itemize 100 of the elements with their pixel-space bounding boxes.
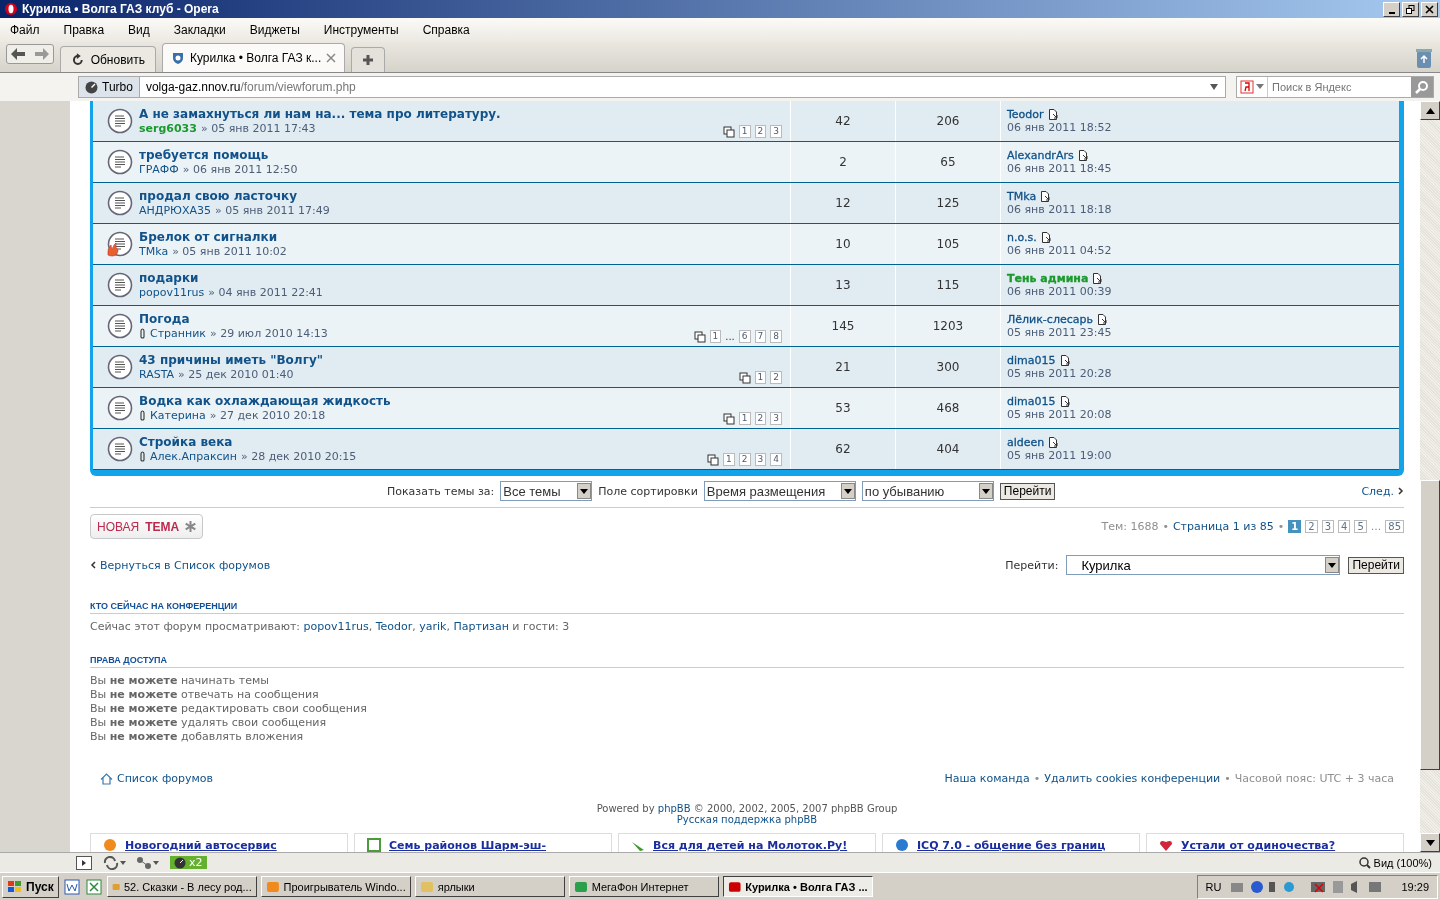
user-link[interactable]: Партизан <box>453 620 509 633</box>
vertical-scrollbar[interactable] <box>1420 101 1440 852</box>
topic-title-link[interactable]: Стройка века <box>139 435 357 449</box>
word-icon[interactable] <box>62 877 81 896</box>
last-poster-link[interactable]: aldeen <box>1007 436 1045 449</box>
browser-tab[interactable]: Курилка • Волга ГАЗ к... <box>162 43 346 72</box>
topic-title-link[interactable]: подарки <box>139 271 323 285</box>
footer-link[interactable]: Наша команда <box>944 772 1030 785</box>
latest-post-icon[interactable] <box>1040 232 1052 243</box>
latest-post-icon[interactable] <box>1040 191 1052 202</box>
page-link[interactable]: 2 <box>1305 520 1318 533</box>
page-link[interactable]: 8 <box>770 330 782 343</box>
latest-post-icon[interactable] <box>1059 396 1071 407</box>
taskbar-button[interactable]: Проигрыватель Windo... <box>260 876 411 897</box>
page-link[interactable]: 2 <box>754 125 767 138</box>
last-poster-link[interactable]: AlexandrArs <box>1007 149 1074 162</box>
topic-title-link[interactable]: Погода <box>139 312 328 326</box>
go-button[interactable]: Перейти <box>999 482 1056 500</box>
page-indicator-link[interactable]: Страница 1 из 85 <box>1172 520 1274 533</box>
language-indicator[interactable]: RU <box>1205 880 1222 893</box>
last-poster-link[interactable]: Лёлик-слесарь <box>1007 313 1093 326</box>
start-button[interactable]: Пуск <box>2 875 59 898</box>
page-link[interactable]: 7 <box>754 330 767 343</box>
page-link[interactable]: 4 <box>770 453 782 466</box>
latest-post-icon[interactable] <box>1092 273 1104 284</box>
latest-post-icon[interactable] <box>1059 355 1071 366</box>
taskbar-button[interactable]: ярлыки <box>414 876 565 897</box>
page-link[interactable]: 1 <box>738 125 751 138</box>
support-link[interactable]: Русская поддержка phpBB <box>676 814 818 825</box>
menu-item[interactable]: Закладки <box>173 23 226 37</box>
network-icon[interactable] <box>136 855 160 870</box>
go-button[interactable]: Перейти <box>1348 556 1404 574</box>
next-page-link[interactable]: След. <box>1361 484 1404 498</box>
period-select[interactable]: Все темы <box>500 481 593 501</box>
author-link[interactable]: Странник <box>150 327 206 340</box>
topic-title-link[interactable]: требуется помощь <box>139 148 298 162</box>
last-poster-link[interactable]: dima015 <box>1007 395 1056 408</box>
author-link[interactable]: RASTA <box>139 368 175 381</box>
page-link[interactable]: 3 <box>770 125 782 138</box>
user-link[interactable]: Teodor <box>375 620 413 633</box>
close-icon[interactable] <box>326 53 337 63</box>
close-button[interactable] <box>1421 1 1438 17</box>
page-link[interactable]: 5 <box>1354 520 1367 533</box>
page-link[interactable]: 1 <box>723 453 735 466</box>
reload-button[interactable]: Обновить <box>60 46 156 72</box>
phpbb-link[interactable]: phpBB <box>657 803 691 814</box>
page-link[interactable]: 2 <box>754 412 767 425</box>
spreadsheet-icon[interactable] <box>84 877 103 896</box>
taskbar-button[interactable]: 52. Сказки - В лесу род... <box>106 876 257 897</box>
author-link[interactable]: popov11rus <box>139 286 205 299</box>
page-link[interactable]: 1 <box>754 371 767 384</box>
zoom-control[interactable]: Вид (100%) <box>1358 856 1432 869</box>
page-link[interactable]: 2 <box>738 453 751 466</box>
new-topic-button[interactable]: НОВАЯ ТЕМА <box>90 514 204 539</box>
restore-button[interactable] <box>1402 1 1419 17</box>
ad-title-link[interactable]: Семь районов Шарм-эш- <box>389 838 547 852</box>
new-tab-button[interactable] <box>351 47 386 72</box>
search-button[interactable] <box>1411 77 1433 97</box>
ad-title-link[interactable]: Новогодний автосервис <box>125 838 277 852</box>
author-link[interactable]: ГРАФФ <box>139 163 179 176</box>
sort-order-select[interactable]: по убыванию <box>861 481 994 501</box>
latest-post-icon[interactable] <box>1077 150 1089 161</box>
page-link[interactable]: 1 <box>709 330 722 343</box>
dropdown-arrow-icon[interactable] <box>1209 83 1219 91</box>
page-link[interactable]: 2 <box>770 371 782 384</box>
ad-title-link[interactable]: Вся для детей на Молоток.Ру! <box>653 838 848 852</box>
author-link[interactable]: АНДРЮХА35 <box>139 204 211 217</box>
ad-title-link[interactable]: Устали от одиночества? <box>1181 838 1336 852</box>
page-link[interactable]: 3 <box>1321 520 1334 533</box>
menu-item[interactable]: Вид <box>128 23 150 37</box>
search-engine-button[interactable] <box>1237 77 1268 97</box>
page-link[interactable]: 4 <box>1338 520 1351 533</box>
forum-index-link[interactable]: Список форумов <box>100 772 214 785</box>
sort-field-select[interactable]: Время размещения <box>703 481 856 501</box>
topic-title-link[interactable]: А не замахнуться ли нам на... тема про литературу. <box>139 107 501 121</box>
topic-title-link[interactable]: продал свою ласточку <box>139 189 330 203</box>
author-link[interactable]: Катерина <box>150 409 206 422</box>
user-link[interactable]: popov11rus <box>303 620 369 633</box>
menu-item[interactable]: Файл <box>10 23 40 37</box>
menu-item[interactable]: Справка <box>422 23 470 37</box>
ad-title-link[interactable]: ICQ 7.0 - общение без границ <box>917 838 1106 852</box>
page-link[interactable]: 3 <box>770 412 782 425</box>
panel-toggle-icon[interactable] <box>76 855 92 870</box>
author-link[interactable]: Алек.Апраксин <box>150 450 237 463</box>
trash-can-icon[interactable] <box>1414 47 1434 69</box>
page-link[interactable]: 85 <box>1385 520 1404 533</box>
page-link[interactable]: 6 <box>738 330 751 343</box>
scroll-up-arrow-icon[interactable] <box>1425 107 1435 114</box>
turbo-button[interactable]: Turbo <box>79 77 140 97</box>
scroll-down-arrow-icon[interactable] <box>1425 839 1435 846</box>
menu-item[interactable]: Правка <box>63 23 105 37</box>
menu-item[interactable]: Инструменты <box>323 23 399 37</box>
latest-post-icon[interactable] <box>1096 314 1108 325</box>
topic-title-link[interactable]: Водка как охлаждающая жидкость <box>139 394 391 408</box>
back-to-forums-link[interactable]: Вернуться в Список форумов <box>90 558 271 572</box>
topic-title-link[interactable]: 43 причины иметь "Волгу" <box>139 353 323 367</box>
taskbar-button[interactable]: Курилка • Волга ГАЗ ... <box>722 876 873 897</box>
author-link[interactable]: TMka <box>139 245 169 258</box>
page-link[interactable]: 3 <box>754 453 767 466</box>
sync-icon[interactable] <box>102 855 126 870</box>
